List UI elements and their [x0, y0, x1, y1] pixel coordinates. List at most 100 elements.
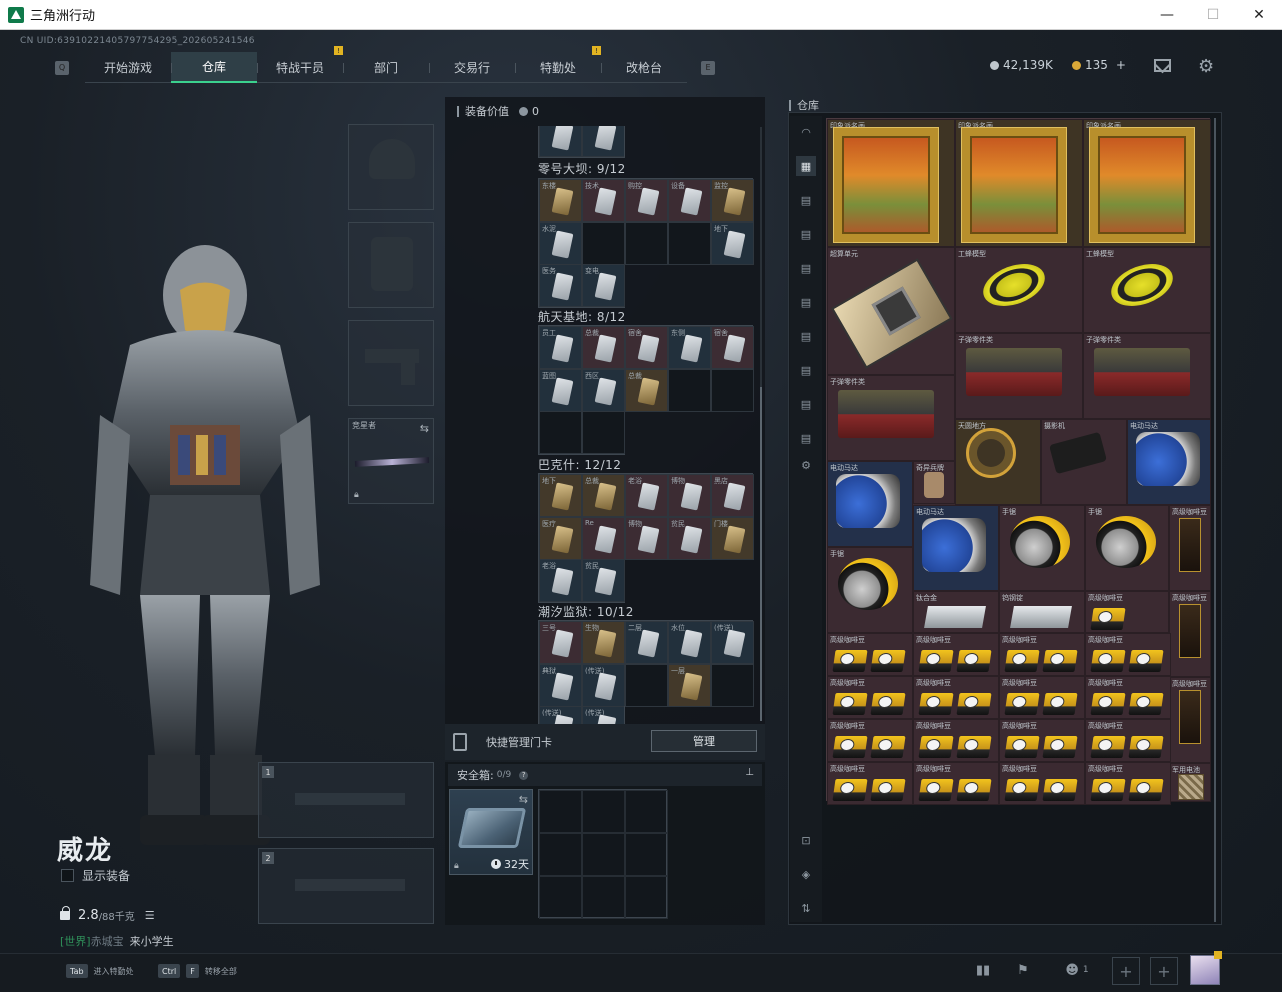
invite-slot-button[interactable]: + — [1112, 957, 1140, 985]
key-card-item[interactable]: 变电 — [582, 264, 625, 307]
empty-slot[interactable] — [582, 411, 625, 454]
warehouse-item[interactable]: 电动马达 — [1127, 419, 1211, 505]
pistol-slot[interactable] — [348, 320, 434, 406]
key-card-item[interactable]: 博物 — [668, 474, 711, 517]
key-card-item[interactable]: 地下 — [711, 222, 754, 265]
key-card-item[interactable]: 监控 — [711, 179, 754, 222]
ticket-balance[interactable]: 135 + — [1072, 58, 1126, 72]
warehouse-item[interactable]: 子弹零件类 — [1083, 333, 1211, 419]
tab-operators[interactable]: 特战干员! — [257, 46, 343, 83]
mail-icon[interactable] — [1154, 59, 1171, 72]
warehouse-item[interactable]: 高级咖啡豆 — [999, 676, 1085, 719]
warehouse-item[interactable]: 高级咖啡豆 — [913, 633, 999, 676]
warehouse-item[interactable]: 天圆地方 — [955, 419, 1041, 505]
warehouse-item[interactable]: 摄影机 — [1041, 419, 1127, 505]
key-card-item[interactable]: 二层 — [625, 621, 668, 664]
tab-market[interactable]: 交易行 — [429, 52, 515, 83]
invite-slot-button[interactable]: + — [1150, 957, 1178, 985]
empty-slot[interactable] — [625, 664, 668, 707]
warehouse-item[interactable]: 高级咖啡豆 — [1169, 505, 1211, 591]
armor-slot[interactable] — [348, 222, 434, 308]
warehouse-item[interactable]: 高级咖啡豆 — [999, 719, 1085, 762]
secondary-weapon-slot[interactable]: 2 — [258, 848, 434, 924]
warehouse-item[interactable]: 手锯 — [999, 505, 1085, 591]
maximize-button[interactable]: ☐ — [1190, 0, 1236, 30]
warehouse-item[interactable]: 高级咖啡豆 — [827, 719, 913, 762]
warehouse-item[interactable]: 手锯 — [827, 547, 913, 633]
nav-prev-key[interactable]: Q — [55, 60, 69, 75]
pin-icon[interactable]: ⊥ — [745, 767, 754, 778]
key-card-item[interactable]: 东侧 — [668, 326, 711, 369]
key-card-item[interactable]: 宿舍 — [711, 326, 754, 369]
warehouse-item[interactable]: 电动马达 — [827, 461, 913, 547]
manage-button[interactable]: 管理 — [651, 730, 757, 752]
key-card-item[interactable]: (传送) — [711, 621, 754, 664]
key-card-item[interactable]: 设备 — [668, 179, 711, 222]
close-button[interactable]: ✕ — [1236, 0, 1282, 30]
hint-transfer-all[interactable]: Ctrl F 转移全部 — [158, 964, 237, 978]
warehouse-item[interactable]: 高级咖啡豆 — [1085, 676, 1171, 719]
warehouse-item[interactable]: 子弹零件类 — [827, 375, 955, 461]
hafcoin-balance[interactable]: 42,139K — [990, 58, 1053, 72]
category-icon[interactable]: ▤ — [796, 428, 816, 448]
key-card-item[interactable]: (传送) — [582, 706, 624, 724]
empty-slot[interactable] — [668, 369, 711, 412]
empty-slot[interactable] — [625, 876, 668, 919]
warehouse-item[interactable]: 工蜂模型 — [955, 247, 1083, 333]
key-card-item[interactable]: 黑店 — [711, 474, 754, 517]
key-card-item[interactable]: 购控 — [625, 179, 668, 222]
warehouse-scrollbar[interactable] — [1214, 118, 1216, 922]
key-card-item[interactable]: (传送) — [539, 706, 582, 724]
tab-warehouse[interactable]: 仓库 — [171, 52, 257, 83]
empty-slot[interactable] — [582, 790, 625, 833]
key-card-item[interactable]: 总裁 — [625, 369, 668, 412]
key-card-item[interactable]: 医务 — [539, 264, 582, 307]
team-icon[interactable]: ☻ 1 — [1062, 960, 1092, 980]
warehouse-item[interactable]: 高级咖啡豆 — [913, 676, 999, 719]
warehouse-item[interactable]: 高级咖啡豆 — [913, 719, 999, 762]
warehouse-item[interactable]: 军用电池 — [1169, 763, 1211, 802]
empty-slot[interactable] — [539, 790, 582, 833]
sort-icon[interactable]: ⇅ — [796, 898, 816, 918]
chat-message[interactable]: [世界]赤城宝 来小学生 — [60, 933, 174, 949]
key-card-item[interactable]: 贫民 — [668, 517, 711, 560]
empty-slot[interactable] — [582, 833, 625, 876]
key-card-item[interactable]: 宿舍 — [625, 326, 668, 369]
warehouse-item[interactable]: 高级咖啡豆 — [827, 633, 913, 676]
key-card-item[interactable]: 水泥 — [539, 222, 582, 265]
empty-slot[interactable] — [711, 369, 754, 412]
category-icon[interactable]: ▤ — [796, 292, 816, 312]
warehouse-item[interactable]: 超算单元 — [827, 247, 955, 375]
warehouse-item[interactable]: 钨钢锭 — [999, 591, 1085, 633]
empty-slot[interactable] — [582, 222, 625, 265]
helmet-slot[interactable] — [348, 124, 434, 210]
tab-department[interactable]: 部门 — [343, 52, 429, 83]
warehouse-item[interactable]: 高级咖啡豆 — [1085, 762, 1171, 805]
key-card-item[interactable]: 老浴 — [625, 474, 668, 517]
tab-special-ops[interactable]: 特勤处! — [515, 46, 601, 83]
tab-gunsmith[interactable]: 改枪台 — [601, 52, 687, 83]
key-card-item[interactable]: 生物 — [582, 621, 625, 664]
key-card-item[interactable]: Re — [582, 517, 625, 560]
helmet-category-icon[interactable]: ◠ — [796, 122, 816, 142]
warehouse-item[interactable]: 工蜂模型 — [1083, 247, 1211, 333]
key-card-item[interactable]: 医疗 — [539, 517, 582, 560]
nav-next-key[interactable]: E — [701, 60, 715, 75]
scrollbar[interactable] — [760, 127, 762, 721]
category-icon[interactable]: ▤ — [796, 394, 816, 414]
add-currency-button[interactable]: + — [1116, 58, 1126, 72]
warehouse-item[interactable]: 高级咖啡豆 — [1169, 591, 1211, 677]
category-icon[interactable]: ▤ — [796, 224, 816, 244]
warehouse-item[interactable]: 子弹零件类 — [955, 333, 1083, 419]
empty-slot[interactable] — [711, 664, 754, 707]
safe-box-case[interactable]: ⇆ 🔒︎ 32天 — [449, 789, 533, 875]
warehouse-item[interactable]: 高级咖啡豆 — [1085, 633, 1171, 676]
settings-gear-icon[interactable]: ⚙ — [1198, 56, 1214, 77]
primary-weapon-slot[interactable]: 1 — [258, 762, 434, 838]
warehouse-item[interactable]: 高级咖啡豆 — [913, 762, 999, 805]
warehouse-item[interactable]: 高级咖啡豆 — [1085, 719, 1171, 762]
empty-slot[interactable] — [625, 790, 668, 833]
empty-slot[interactable] — [539, 876, 582, 919]
key-card-item[interactable]: 博物 — [625, 517, 668, 560]
player-avatar[interactable] — [1190, 955, 1220, 985]
